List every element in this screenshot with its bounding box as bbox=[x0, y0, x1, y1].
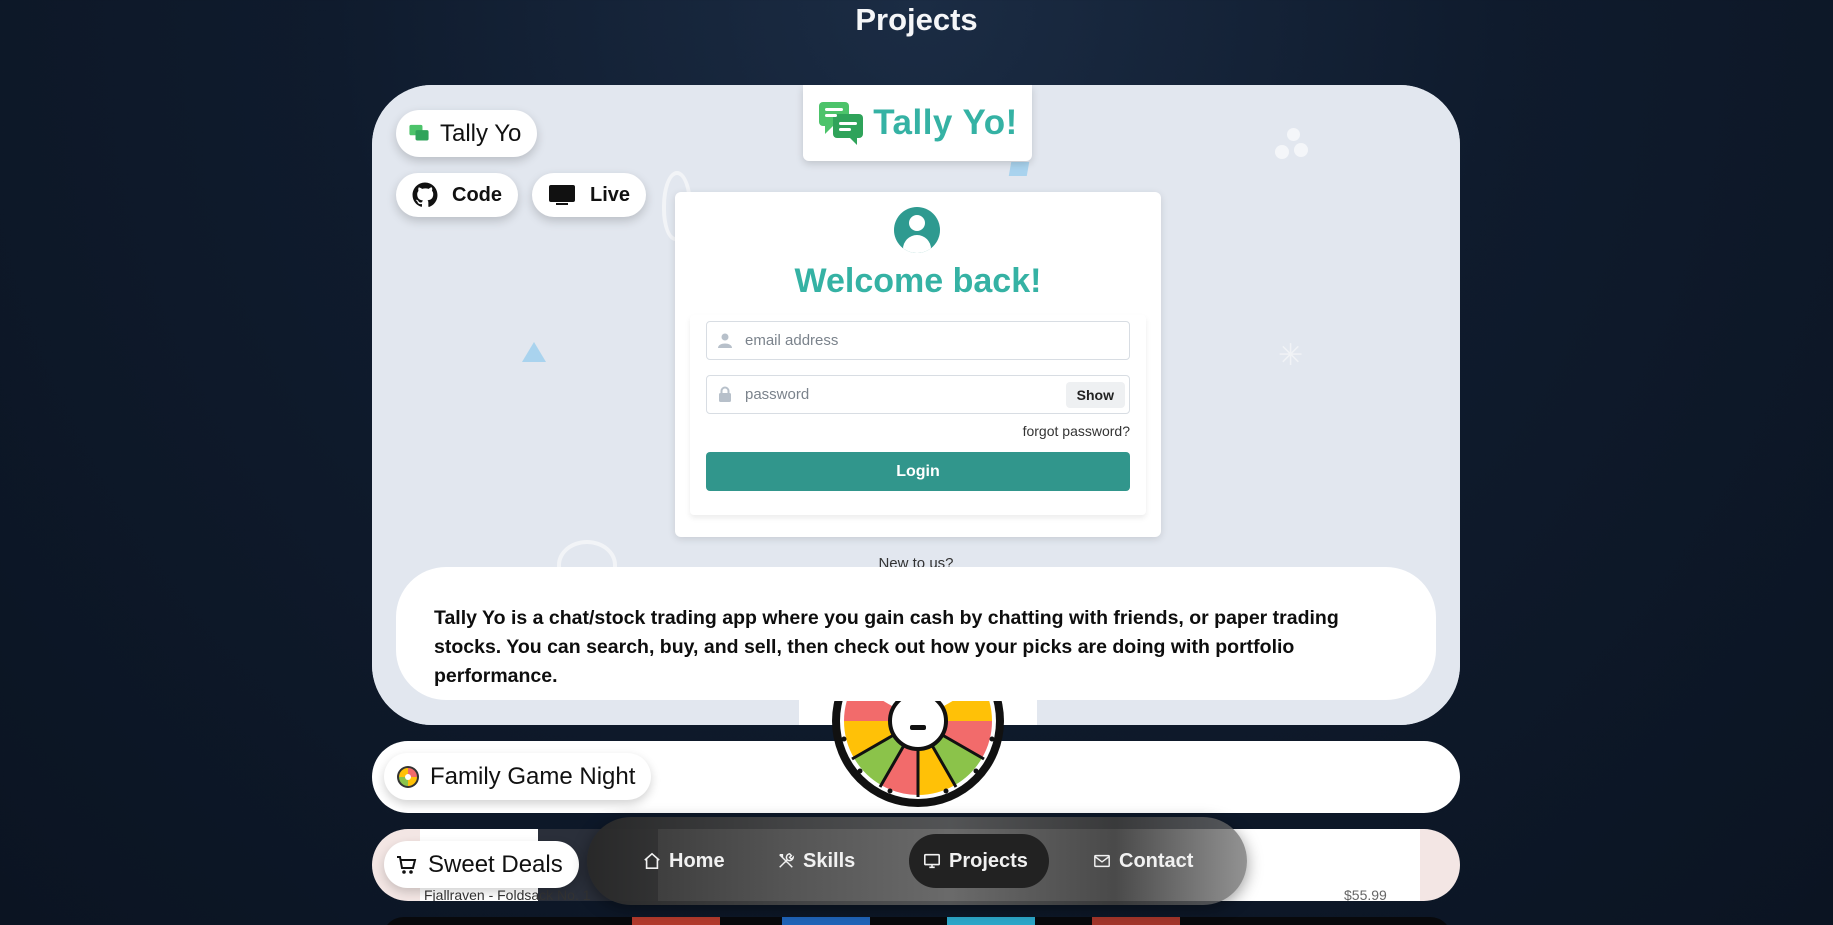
decorative-dot bbox=[1275, 145, 1289, 159]
show-password-button[interactable]: Show bbox=[1065, 382, 1125, 408]
user-avatar-icon bbox=[894, 207, 940, 253]
decorative-dot bbox=[1287, 128, 1300, 141]
product-name: Fjallraven - Foldsack No. 1 bbox=[424, 887, 591, 901]
project-card-next bbox=[382, 917, 1452, 925]
project-title: Family Game Night bbox=[430, 762, 636, 790]
nav-skills-label: Skills bbox=[803, 849, 856, 872]
code-button[interactable]: Code bbox=[396, 173, 518, 217]
live-button[interactable]: Live bbox=[532, 173, 647, 217]
project-title-pill: Tally Yo bbox=[396, 110, 538, 157]
email-field[interactable] bbox=[706, 321, 1130, 360]
forgot-password-link[interactable]: forgot password? bbox=[1023, 423, 1130, 439]
lock-icon bbox=[717, 386, 733, 407]
cart-icon bbox=[397, 855, 417, 874]
chat-bubbles-icon bbox=[409, 124, 429, 141]
project-description: Tally Yo is a chat/stock trading app whe… bbox=[396, 567, 1436, 700]
project-card-tally-yo: ✳ Tally Yo! Welcome back! email address … bbox=[372, 85, 1460, 725]
decorative-dot bbox=[1294, 143, 1308, 157]
code-button-label: Code bbox=[452, 183, 502, 206]
tools-icon bbox=[779, 853, 795, 868]
project-title: Sweet Deals bbox=[428, 850, 563, 878]
product-price: $55.99 bbox=[1344, 887, 1387, 901]
game-wheel-icon bbox=[397, 765, 419, 788]
decorative-star: ✳ bbox=[1278, 339, 1304, 372]
decorative-shape bbox=[1008, 162, 1030, 176]
monitor-icon bbox=[549, 185, 575, 205]
bottom-navbar: Home Skills Projects Contact bbox=[587, 817, 1247, 905]
project-card-family-game-night: Family Game Night bbox=[372, 701, 1460, 813]
nav-contact[interactable]: Contact bbox=[1079, 834, 1207, 888]
monitor-icon bbox=[923, 853, 941, 869]
chat-bubbles-icon bbox=[819, 102, 864, 145]
email-input[interactable] bbox=[745, 322, 1045, 359]
project-title-pill: Family Game Night bbox=[384, 753, 652, 800]
decorative-triangle bbox=[522, 342, 546, 362]
password-input[interactable] bbox=[745, 376, 1045, 413]
live-button-label: Live bbox=[590, 183, 631, 206]
nav-contact-label: Contact bbox=[1119, 849, 1194, 872]
login-card: Welcome back! Show forgot password? Log bbox=[675, 192, 1161, 537]
project-title-pill: Sweet Deals bbox=[384, 841, 579, 888]
nav-skills[interactable]: Skills bbox=[763, 834, 869, 888]
prize-wheel-image bbox=[830, 701, 1006, 809]
nav-projects-label: Projects bbox=[949, 849, 1028, 872]
password-field[interactable]: Show bbox=[706, 375, 1130, 414]
nav-home-label: Home bbox=[669, 849, 725, 872]
home-icon bbox=[644, 852, 660, 870]
nav-projects[interactable]: Projects bbox=[909, 834, 1049, 888]
login-button[interactable]: Login bbox=[706, 452, 1130, 491]
login-form: Show forgot password? Login bbox=[690, 315, 1146, 515]
user-icon bbox=[717, 332, 733, 353]
page-title: Projects bbox=[855, 2, 978, 37]
tally-yo-logo: Tally Yo! bbox=[803, 85, 1032, 161]
welcome-heading: Welcome back! bbox=[794, 262, 1042, 300]
project-title: Tally Yo bbox=[440, 119, 522, 147]
github-icon bbox=[412, 182, 438, 207]
nav-home[interactable]: Home bbox=[629, 834, 739, 888]
logo-text: Tally Yo! bbox=[873, 103, 1018, 142]
mail-icon bbox=[1094, 854, 1110, 868]
